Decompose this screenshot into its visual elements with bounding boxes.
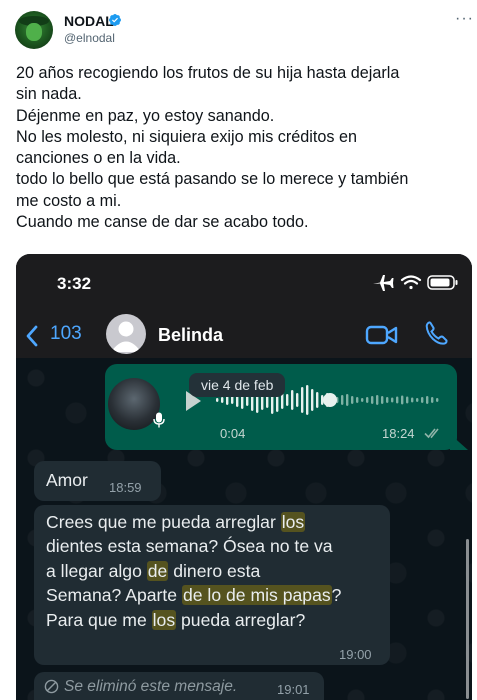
waveform-bar — [311, 389, 314, 411]
waveform-bar — [391, 397, 394, 403]
waveform-bar — [351, 396, 354, 404]
waveform-bar — [221, 397, 224, 403]
text-segment: ? — [331, 585, 342, 606]
waveform-bar — [341, 395, 344, 405]
text-segment: dientes esta semana? Ósea no te va — [46, 536, 333, 557]
waveform-bar — [381, 396, 384, 404]
waveform-bar — [431, 397, 434, 403]
tweet-line: todo lo bello que está pasando se lo mer… — [16, 170, 409, 189]
waveform-bar — [376, 395, 379, 405]
person-icon — [111, 321, 141, 352]
message-text: Crees que me pueda arreglar los dientes … — [46, 510, 386, 632]
message-text: Se eliminó este mensaje. — [64, 678, 238, 695]
wifi-icon — [400, 275, 422, 290]
playback-thumb — [323, 393, 337, 407]
video-call-icon[interactable] — [365, 324, 399, 346]
highlighted-word: los — [151, 609, 177, 630]
message-timestamp: 18:59 — [109, 480, 142, 495]
waveform-bar — [286, 394, 289, 406]
waveform-bar — [301, 387, 304, 413]
message-text: Amor — [46, 470, 88, 490]
attached-screenshot[interactable]: 3:32 103 Belinda vie 4 de feb 0:04 18:24… — [16, 254, 472, 700]
scrollbar[interactable] — [466, 539, 469, 699]
tweet-text: 20 años recogiendo los frutos de su hija… — [16, 63, 466, 233]
chat-header — [16, 254, 472, 358]
author-name[interactable]: NODAL — [64, 13, 114, 29]
tweet-line: sin nada. — [16, 85, 82, 104]
waveform-bar — [346, 394, 349, 406]
waveform-bar — [436, 398, 439, 402]
microphone-icon — [153, 412, 165, 428]
date-divider: vie 4 de feb — [189, 373, 286, 397]
tweet-line: Cuando me canse de dar se acabo todo. — [16, 213, 309, 232]
message-timestamp: 19:00 — [339, 647, 372, 662]
waveform-bar — [361, 398, 364, 402]
message-line: a llegar algo de dinero esta — [46, 559, 386, 583]
waveform-bar — [231, 396, 234, 404]
message-timestamp: 18:24 — [382, 426, 415, 441]
tweet-line: No les molesto, ni siquiera exijo mis cr… — [16, 127, 357, 146]
text-segment: pueda arreglar? — [176, 609, 306, 630]
deleted-message-icon — [44, 679, 59, 694]
tweet-line: canciones o en la vida. — [16, 149, 181, 168]
waveform-bar — [366, 397, 369, 403]
text-segment: Para que me — [46, 609, 152, 630]
waveform-bar — [306, 385, 309, 415]
waveform-bar — [401, 395, 404, 405]
message-line: Crees que me pueda arreglar los — [46, 510, 386, 534]
author-handle[interactable]: @elnodal — [64, 31, 115, 45]
waveform-bar — [411, 397, 414, 403]
voice-note-duration: 0:04 — [220, 426, 246, 441]
message-timestamp: 19:01 — [277, 682, 310, 697]
waveform-bar — [371, 396, 374, 404]
tweet-line: Déjenme en paz, yo estoy sanando. — [16, 106, 275, 125]
waveform-bar — [426, 396, 429, 404]
highlighted-word: los — [280, 512, 306, 532]
tweet-line: 20 años recogiendo los frutos de su hija… — [16, 64, 400, 82]
avatar-face — [26, 23, 42, 41]
contact-avatar[interactable] — [106, 314, 146, 354]
battery-icon — [427, 275, 458, 290]
more-horizontal-icon[interactable]: ··· — [455, 10, 474, 28]
text-segment: dinero esta — [168, 560, 261, 581]
text-segment: Crees que me pueda arreglar — [46, 512, 281, 532]
waveform-bar — [356, 397, 359, 403]
tweet-line: me costo a mi. — [16, 191, 122, 210]
waveform-bar — [421, 397, 424, 403]
waveform-bar — [216, 398, 219, 402]
text-segment: a llegar algo — [46, 560, 147, 581]
back-unread-count[interactable]: 103 — [50, 323, 82, 345]
text-segment: Semana? Aparte — [46, 585, 182, 606]
status-time: 3:32 — [57, 274, 92, 293]
author-avatar[interactable] — [15, 11, 53, 49]
contact-name[interactable]: Belinda — [158, 325, 223, 346]
waveform-bar — [386, 397, 389, 403]
voice-call-icon[interactable] — [424, 320, 448, 346]
waveform-bar — [416, 398, 419, 402]
message-line: dientes esta semana? Ósea no te va — [46, 534, 386, 558]
double-check-icon — [424, 428, 439, 439]
highlighted-word: de lo de mis papas — [181, 585, 332, 606]
verified-badge-icon — [109, 14, 121, 26]
waveform-bar — [396, 396, 399, 404]
airplane-icon — [373, 275, 394, 291]
message-line: Para que me los pueda arreglar? — [46, 608, 386, 632]
waveform-bar — [406, 396, 409, 404]
waveform-bar — [316, 392, 319, 408]
status-icons — [373, 275, 458, 291]
waveform-bar — [296, 393, 299, 407]
waveform-bar — [291, 390, 294, 410]
back-chevron-icon[interactable] — [24, 324, 40, 348]
highlighted-word: de — [146, 560, 169, 581]
message-line: Semana? Aparte de lo de mis papas? — [46, 583, 386, 607]
